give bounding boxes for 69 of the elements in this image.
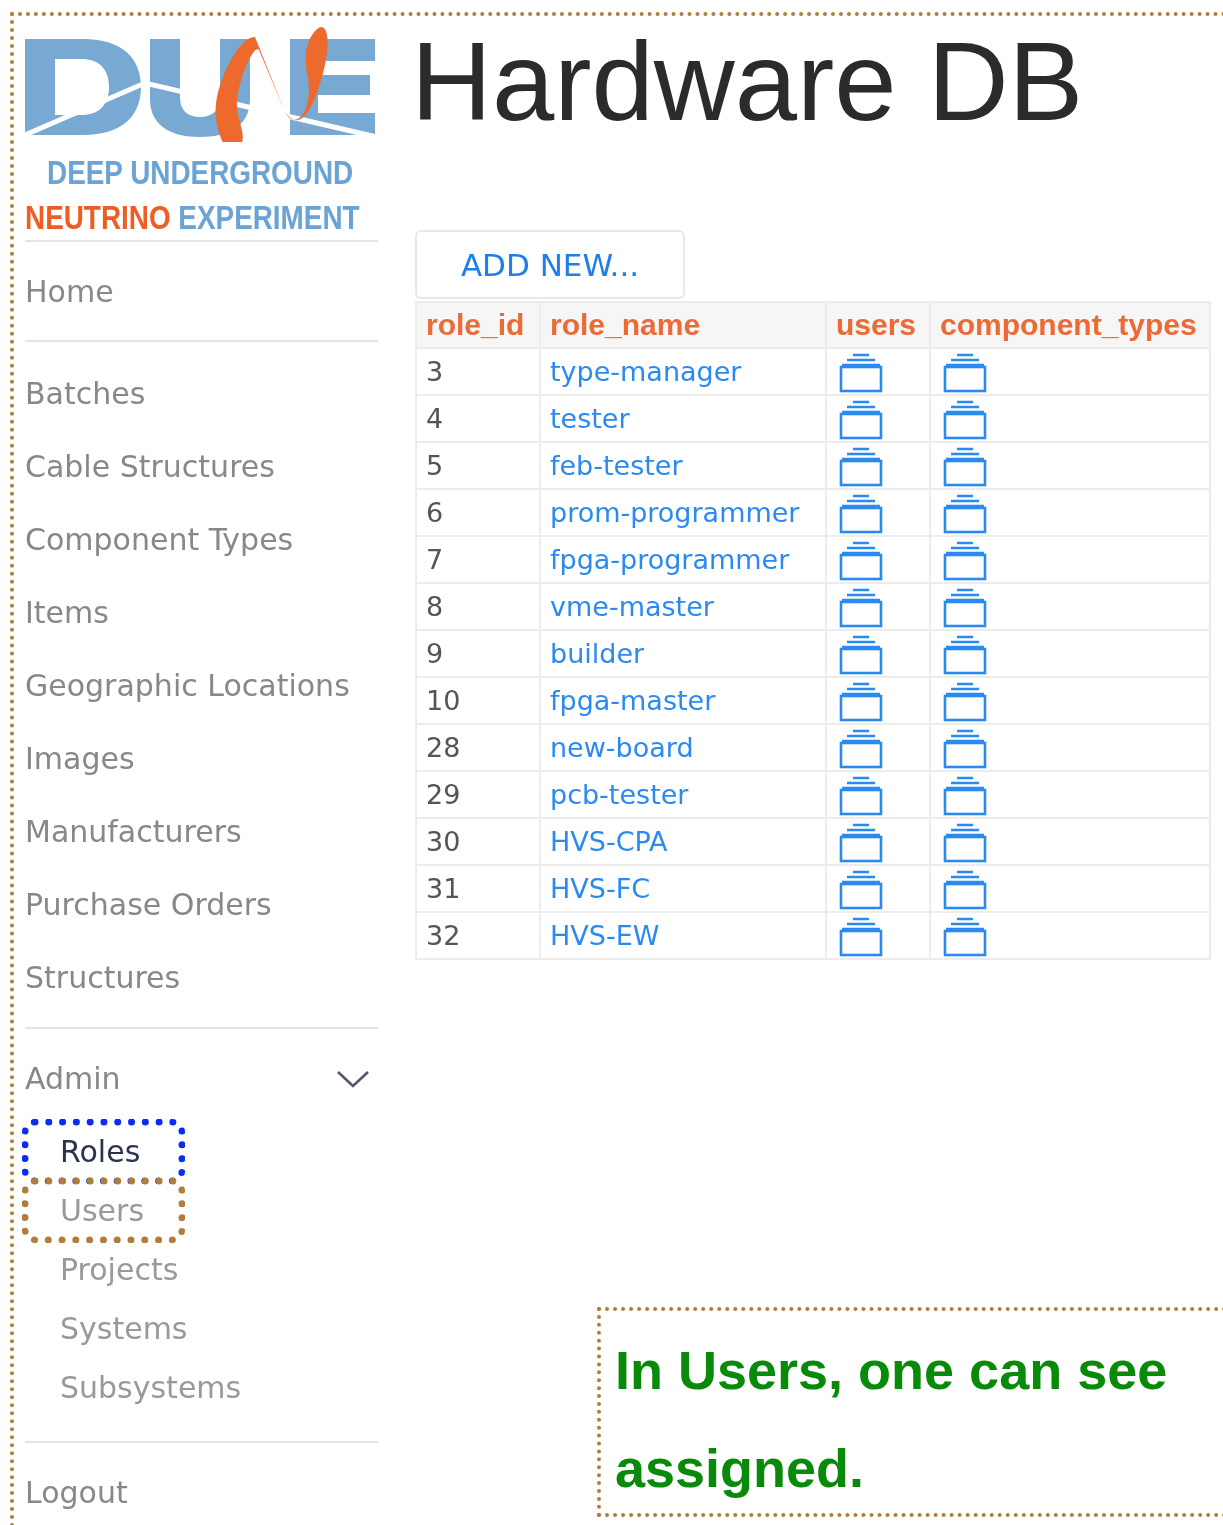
nav-link[interactable]: Users: [25, 1181, 182, 1240]
stack-icon[interactable]: [943, 352, 987, 393]
nav-link[interactable]: Systems: [25, 1299, 188, 1358]
stack-icon[interactable]: [839, 446, 883, 487]
column-header: role_name: [540, 302, 826, 348]
nav-link[interactable]: Projects: [25, 1240, 182, 1299]
logo-tagline: EXPERIMENT: [178, 198, 360, 236]
stack-icon[interactable]: [943, 869, 987, 910]
stack-icon[interactable]: [943, 446, 987, 487]
table-cell: 28: [416, 724, 540, 771]
stack-icon[interactable]: [943, 493, 987, 534]
nav-link[interactable]: Purchase Orders: [25, 887, 272, 923]
nav-link[interactable]: Geographic Locations: [25, 668, 350, 704]
callout-text: assigned.: [615, 1437, 866, 1500]
stack-icon[interactable]: [839, 634, 883, 675]
table-cell: 9: [416, 630, 540, 677]
table-cell: 10: [416, 677, 540, 724]
stack-icon[interactable]: [839, 728, 883, 769]
stack-icon[interactable]: [943, 587, 987, 628]
stack-icon[interactable]: [943, 916, 987, 957]
stack-icon[interactable]: [943, 775, 987, 816]
stack-icon[interactable]: [839, 587, 883, 628]
stack-icon[interactable]: [839, 916, 883, 957]
nav-link[interactable]: Cable Structures: [25, 449, 275, 485]
role-link[interactable]: tester: [550, 403, 630, 434]
stack-icon[interactable]: [943, 634, 987, 675]
table-cell: 8: [416, 583, 540, 630]
nav-link[interactable]: Home: [25, 274, 114, 310]
stack-icon[interactable]: [839, 775, 883, 816]
stack-icon[interactable]: [839, 352, 883, 393]
column-header: role_id: [416, 302, 540, 348]
logout-link[interactable]: Logout: [25, 1475, 128, 1511]
stack-icon[interactable]: [839, 681, 883, 722]
nav-link[interactable]: Images: [25, 741, 135, 777]
nav-link[interactable]: Manufacturers: [25, 814, 242, 850]
stack-icon[interactable]: [839, 540, 883, 581]
chevron-icon: [336, 1068, 370, 1089]
nav-link[interactable]: Batches: [25, 376, 146, 412]
stack-icon[interactable]: [943, 399, 987, 440]
logo-tagline: DEEP UNDERGROUND: [47, 152, 354, 193]
column-header: component_types: [930, 302, 1210, 348]
table-cell: 3: [416, 348, 540, 395]
table-cell: 5: [416, 442, 540, 489]
page-title: Hardware DB: [411, 18, 1084, 146]
stack-icon[interactable]: [943, 728, 987, 769]
table-cell: 4: [416, 395, 540, 442]
table-cell: 31: [416, 865, 540, 912]
nav-link[interactable]: Subsystems: [25, 1358, 242, 1417]
callout-text: In Users, one can see: [615, 1339, 1169, 1402]
logo-tagline: NEUTRINO: [25, 198, 171, 236]
table-cell: 30: [416, 818, 540, 865]
table-cell: 29: [416, 771, 540, 818]
stack-icon[interactable]: [943, 681, 987, 722]
stack-icon[interactable]: [943, 540, 987, 581]
admin-menu-toggle[interactable]: Admin: [25, 1029, 378, 1096]
nav-link[interactable]: Roles: [25, 1122, 182, 1181]
table-cell: 7: [416, 536, 540, 583]
stack-icon[interactable]: [839, 493, 883, 534]
nav-link[interactable]: Component Types: [25, 522, 294, 558]
nav-link[interactable]: Structures: [25, 960, 181, 996]
stack-icon[interactable]: [839, 399, 883, 440]
stack-icon[interactable]: [839, 869, 883, 910]
table-cell: 6: [416, 489, 540, 536]
table-cell: 32: [416, 912, 540, 959]
stack-icon[interactable]: [839, 822, 883, 863]
nav-link[interactable]: Items: [25, 595, 109, 631]
stack-icon[interactable]: [943, 822, 987, 863]
column-header: users: [826, 302, 930, 348]
add-new-button[interactable]: ADD NEW...: [415, 230, 685, 299]
